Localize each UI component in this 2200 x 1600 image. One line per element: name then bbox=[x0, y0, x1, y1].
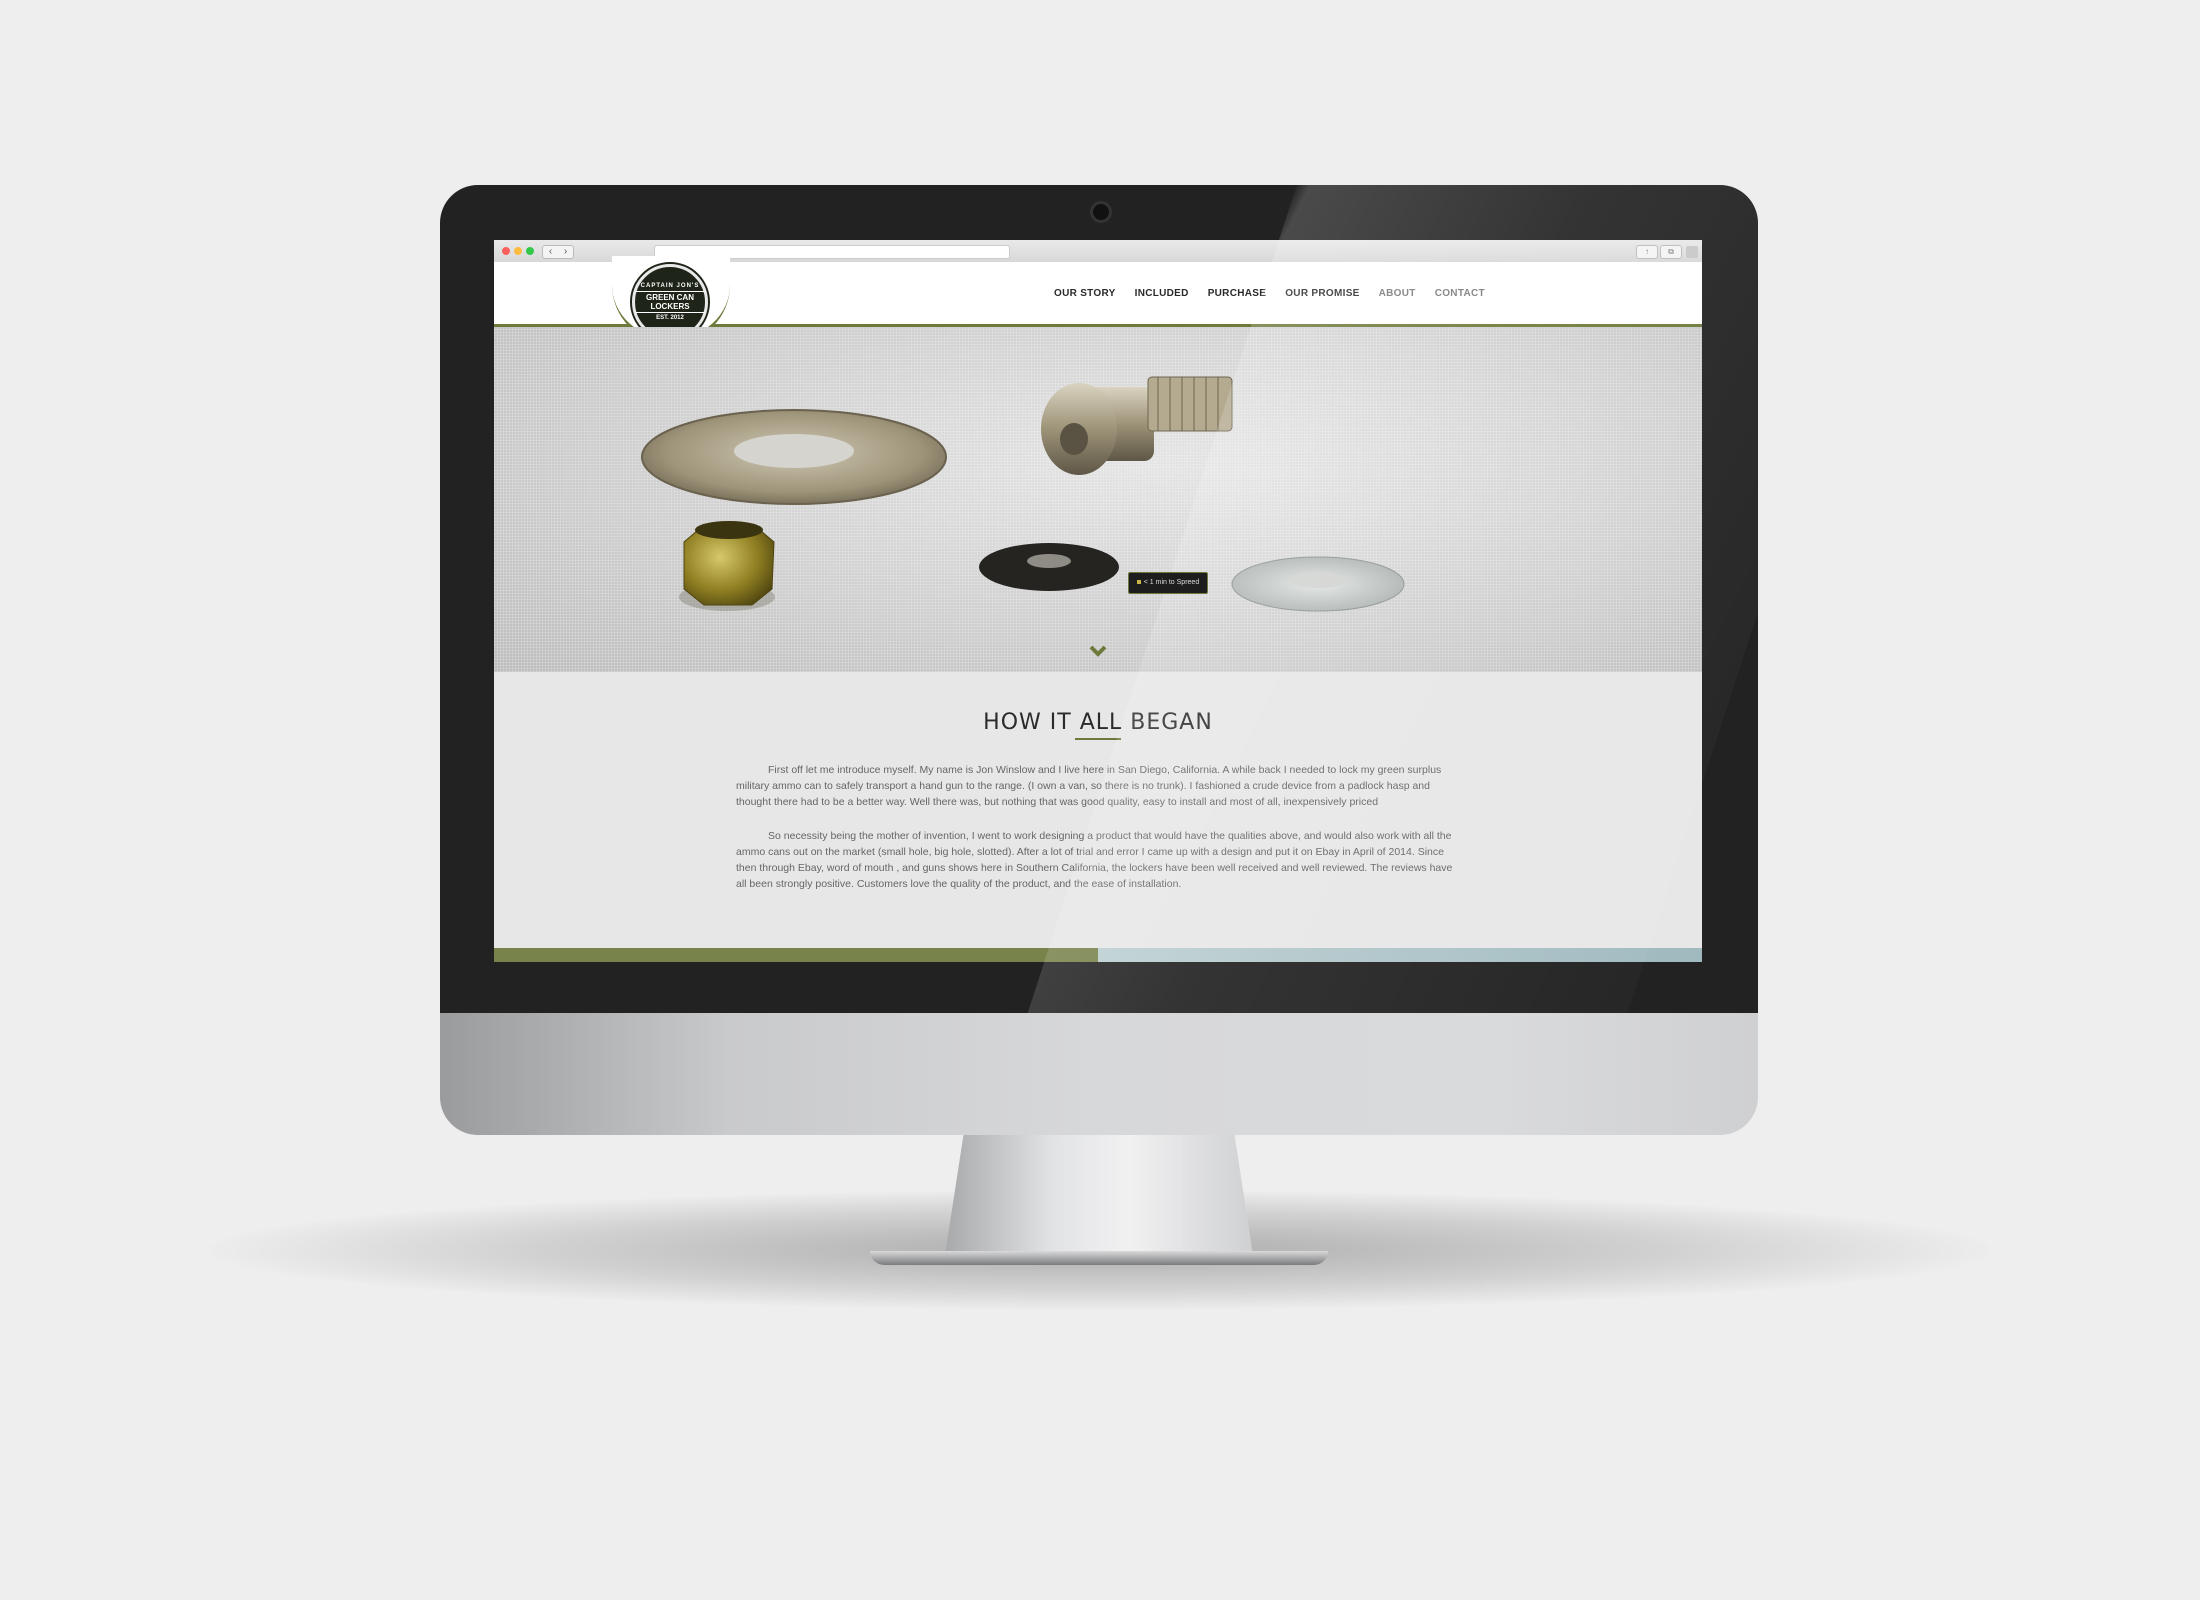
close-window-icon[interactable] bbox=[502, 247, 510, 255]
main-nav: OUR STORY INCLUDED PURCHASE OUR PROMISE … bbox=[1054, 262, 1485, 324]
share-button[interactable]: ↑ bbox=[1636, 245, 1658, 259]
nav-included[interactable]: INCLUDED bbox=[1135, 288, 1189, 299]
monitor-chin bbox=[440, 1013, 1758, 1135]
tabs-button[interactable]: ⧉ bbox=[1660, 245, 1682, 259]
imac-monitor: ‹ › ↑ ⧉ OUR STORY INCLUDED PURCHASE OUR … bbox=[440, 185, 1758, 1265]
title-underline bbox=[1075, 738, 1121, 740]
back-button[interactable]: ‹ bbox=[549, 246, 552, 258]
logo-main-text: GREEN CAN LOCKERS bbox=[635, 291, 705, 313]
nav-our-story[interactable]: OUR STORY bbox=[1054, 288, 1116, 299]
camera-icon bbox=[1090, 201, 1112, 223]
logo-est-text: EST. 2012 bbox=[656, 315, 684, 321]
sidebar-toggle-icon[interactable] bbox=[1686, 246, 1698, 258]
monitor-bezel: ‹ › ↑ ⧉ OUR STORY INCLUDED PURCHASE OUR … bbox=[440, 185, 1758, 1013]
scroll-down-chevron-icon[interactable] bbox=[1088, 643, 1108, 659]
reading-time-label: < 1 min to Spreed bbox=[1143, 579, 1200, 586]
section-title: HOW IT ALL BEGAN bbox=[983, 710, 1213, 735]
footer-strip-green bbox=[494, 948, 1098, 962]
hero-image bbox=[494, 327, 1702, 672]
maximize-window-icon[interactable] bbox=[526, 247, 534, 255]
monitor-stand bbox=[945, 1135, 1253, 1255]
story-paragraph: First off let me introduce myself. My na… bbox=[736, 764, 1442, 808]
footer-strip-blue bbox=[1098, 948, 1702, 962]
browser-screen: ‹ › ↑ ⧉ OUR STORY INCLUDED PURCHASE OUR … bbox=[494, 240, 1702, 962]
monitor-base bbox=[870, 1251, 1328, 1265]
nav-about[interactable]: ABOUT bbox=[1379, 288, 1416, 299]
hardware-parts-illustration bbox=[641, 376, 1405, 612]
logo-top-text: CAPTAIN JON'S bbox=[640, 283, 700, 289]
history-buttons: ‹ › bbox=[542, 245, 574, 259]
nav-our-promise[interactable]: OUR PROMISE bbox=[1285, 288, 1359, 299]
nav-contact[interactable]: CONTACT bbox=[1435, 288, 1485, 299]
story-section: HOW IT ALL BEGAN First off let me introd… bbox=[494, 672, 1702, 948]
minimize-window-icon[interactable] bbox=[514, 247, 522, 255]
story-paragraph: So necessity being the mother of inventi… bbox=[736, 830, 1453, 890]
reading-time-badge[interactable]: < 1 min to Spreed bbox=[1128, 572, 1208, 594]
forward-button[interactable]: › bbox=[564, 246, 567, 258]
speed-icon bbox=[1136, 580, 1141, 585]
nav-purchase[interactable]: PURCHASE bbox=[1208, 288, 1267, 299]
